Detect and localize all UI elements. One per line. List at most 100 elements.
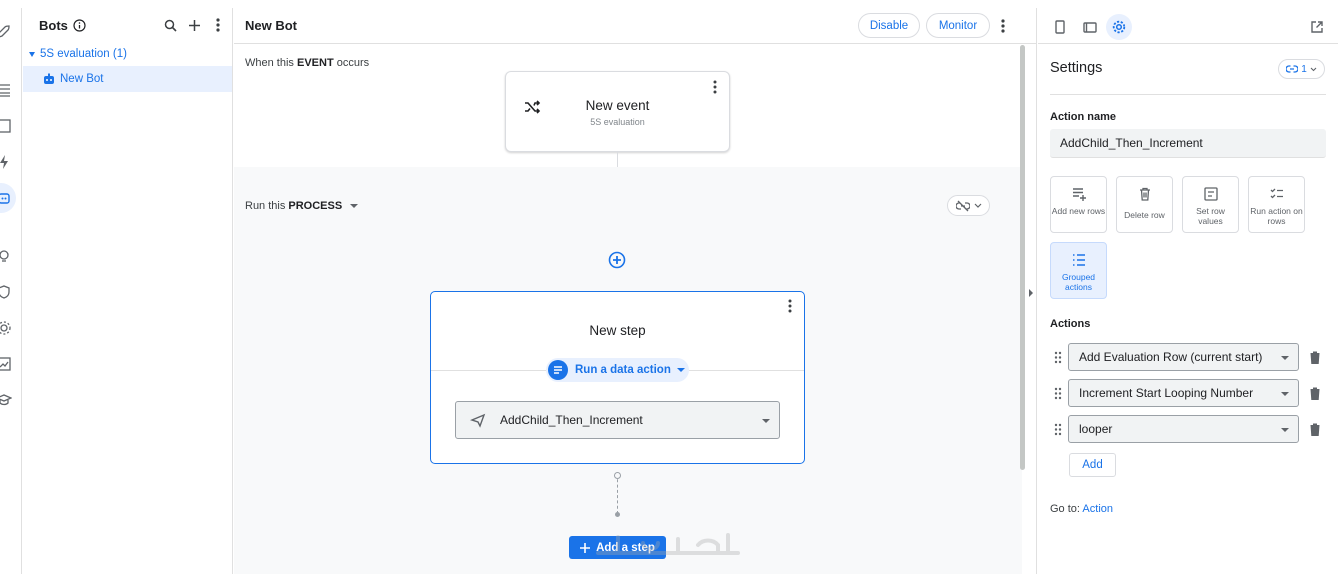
link-off-icon [955, 200, 970, 211]
event-label: When this EVENT occurs [245, 57, 369, 69]
action-value: Increment Start Looping Number [1079, 386, 1254, 400]
caret-down-icon[interactable] [29, 51, 35, 57]
settings-gear-icon[interactable] [1106, 14, 1132, 40]
chevron-down-icon [350, 204, 359, 208]
bot-icon[interactable] [0, 190, 12, 206]
tile-label: Grouped actions [1061, 272, 1096, 292]
trash-icon[interactable] [1308, 422, 1322, 437]
run-data-action-chip[interactable]: Run a data action [546, 358, 689, 382]
info-icon[interactable] [73, 18, 86, 32]
add-action-button[interactable]: Add [1069, 453, 1116, 477]
settings-title: Settings [1050, 60, 1103, 76]
shield-icon[interactable] [0, 284, 12, 300]
action-select[interactable]: Increment Start Looping Number [1068, 379, 1299, 407]
trash-icon [1139, 187, 1150, 201]
chevron-down-icon [1281, 356, 1289, 360]
bot-icon [44, 73, 54, 84]
settings-tabs [1038, 8, 1338, 44]
connector-end [615, 512, 620, 517]
data-action-icon [548, 360, 568, 380]
event-prefix: When this [245, 57, 294, 69]
tile-label: Delete row [1124, 210, 1165, 220]
more-vert-icon[interactable] [782, 298, 798, 314]
list-icon [1072, 254, 1085, 266]
process-label[interactable]: Run this PROCESS [245, 200, 359, 212]
drag-handle-icon[interactable] [1054, 423, 1062, 436]
drag-handle-icon[interactable] [1054, 387, 1062, 400]
trash-icon[interactable] [1308, 386, 1322, 401]
vertical-scrollbar[interactable] [1020, 45, 1025, 470]
action-row: looper [1054, 415, 1326, 443]
gear-icon[interactable] [0, 320, 12, 336]
process-prefix: Run this [245, 200, 286, 212]
link-icon [1286, 65, 1299, 73]
settings-divider [1050, 94, 1326, 95]
goto-line: Go to: Action [1050, 503, 1113, 515]
drag-handle-icon[interactable] [1054, 351, 1062, 364]
rocket-icon[interactable] [0, 24, 12, 40]
tile-label: Run action on rows [1250, 206, 1303, 226]
action-name-field[interactable]: AddChild_Then_Increment [1050, 129, 1326, 158]
more-vert-icon[interactable] [995, 18, 1011, 34]
event-card[interactable]: New event 5S evaluation [505, 71, 730, 152]
action-value: looper [1079, 422, 1113, 436]
trash-icon[interactable] [1308, 350, 1322, 365]
bot-editor: New Bot Disable Monitor When this EVENT … [234, 8, 1037, 574]
process-section: Run this PROCESS New step Run a data act… [234, 167, 1022, 574]
action-select[interactable]: AddChild_Then_Increment [455, 401, 780, 439]
action-select-value: AddChild_Then_Increment [500, 413, 643, 427]
watermark-logo [596, 533, 740, 555]
phone-preview-icon[interactable] [1047, 14, 1073, 40]
add-rows-icon [1072, 188, 1086, 201]
table-icon[interactable] [0, 82, 12, 98]
chip-label: Run a data action [575, 364, 671, 376]
tree-item-label: New Bot [60, 73, 104, 85]
event-keyword: EVENT [296, 57, 334, 69]
tile-set-row-values[interactable]: Set row values [1182, 176, 1239, 233]
step-card[interactable]: New step Run a data action AddChild_Then… [430, 291, 805, 464]
action-row: Add Evaluation Row (current start) [1054, 343, 1326, 371]
school-icon[interactable] [0, 392, 13, 408]
event-subtitle: 5S evaluation [590, 117, 645, 127]
more-vert-icon[interactable] [707, 79, 723, 95]
disable-button[interactable]: Disable [858, 13, 920, 38]
send-icon [470, 413, 486, 428]
tile-add-new-rows[interactable]: Add new rows [1050, 176, 1107, 233]
collapse-panel-icon[interactable] [1029, 289, 1033, 297]
add-icon[interactable] [186, 17, 202, 33]
page-icon[interactable] [0, 118, 12, 134]
open-in-new-icon[interactable] [1304, 14, 1330, 40]
search-icon[interactable] [162, 17, 178, 33]
version-pill[interactable]: 1 [1278, 59, 1325, 79]
bolt-icon[interactable] [0, 154, 12, 170]
tile-delete-row[interactable]: Delete row [1116, 176, 1173, 233]
tile-grouped-actions[interactable]: Grouped actions [1050, 242, 1107, 299]
tablet-preview-icon[interactable] [1077, 14, 1103, 40]
add-step-circle-icon[interactable] [608, 251, 626, 269]
action-select[interactable]: looper [1068, 415, 1299, 443]
chevron-down-icon [1310, 67, 1317, 71]
tree-item-new-bot[interactable]: New Bot [23, 66, 232, 92]
goto-action-link[interactable]: Action [1082, 503, 1113, 515]
tree-group-label: 5S evaluation (1) [40, 48, 127, 60]
bots-panel: Bots 5S evaluation (1) New Bot [23, 8, 233, 574]
process-keyword: PROCESS [288, 200, 343, 212]
bulb-icon[interactable] [0, 248, 12, 264]
settings-panel: Settings 1 Action name AddChild_Then_Inc… [1038, 8, 1338, 574]
action-row: Increment Start Looping Number [1054, 379, 1326, 407]
connector-line [617, 152, 618, 167]
tile-run-action-on-rows[interactable]: Run action on rows [1248, 176, 1305, 233]
link-off-toggle[interactable] [947, 195, 990, 216]
connector-node [614, 472, 621, 479]
tree-group-5s-evaluation[interactable]: 5S evaluation (1) [23, 43, 232, 65]
chart-icon[interactable] [0, 356, 12, 372]
action-select[interactable]: Add Evaluation Row (current start) [1068, 343, 1299, 371]
chevron-down-icon [762, 419, 770, 423]
chevron-down-icon [974, 203, 981, 208]
set-values-icon [1203, 187, 1218, 201]
goto-prefix: Go to: [1050, 503, 1080, 515]
more-vert-icon[interactable] [210, 17, 226, 33]
event-suffix: occurs [336, 57, 370, 69]
version-count: 1 [1301, 63, 1307, 75]
monitor-button[interactable]: Monitor [926, 13, 990, 38]
